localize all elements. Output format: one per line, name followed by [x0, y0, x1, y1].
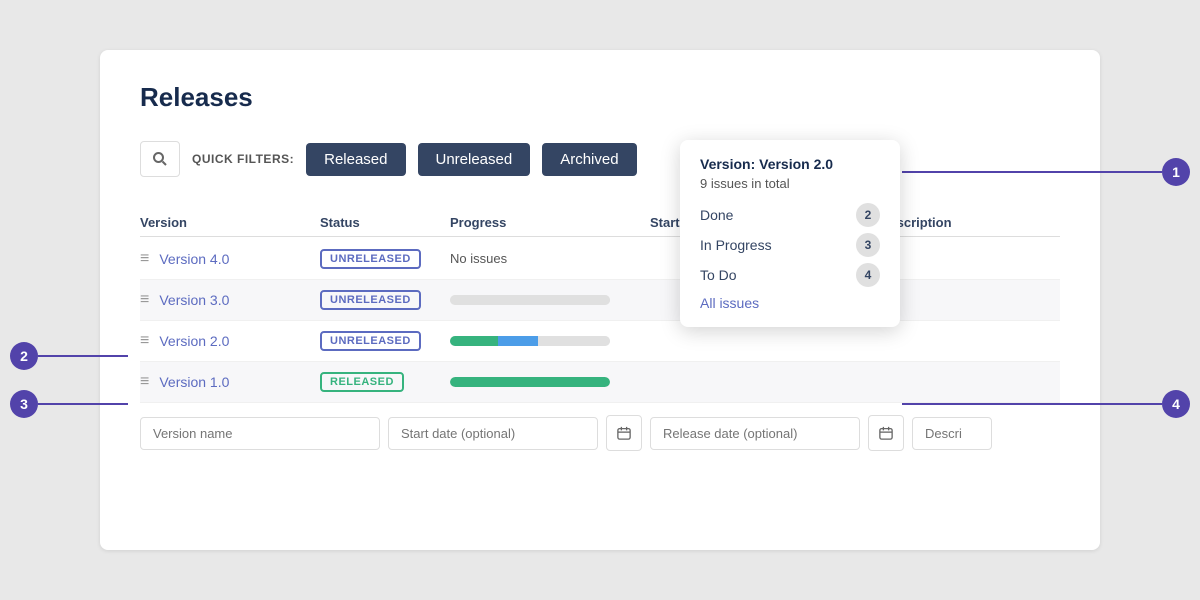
start-date-calendar-icon[interactable]	[606, 415, 642, 451]
col-version: Version	[140, 215, 320, 230]
page-wrapper: Releases QUICK FILTERS: Released Unrelea…	[0, 0, 1200, 600]
version-label: Version 4.0	[159, 251, 229, 267]
annotation-2: 2	[10, 342, 128, 370]
filter-archived-button[interactable]: Archived	[542, 143, 636, 176]
row-version-4[interactable]: ≡ Version 4.0	[140, 250, 320, 268]
annotation-4: 4	[902, 390, 1190, 418]
progress-blue-fill	[498, 336, 538, 346]
row-version-2[interactable]: ≡ Version 2.0	[140, 332, 320, 350]
col-status: Status	[320, 215, 450, 230]
drag-icon: ≡	[140, 332, 149, 350]
annotation-circle-3: 3	[10, 390, 38, 418]
version-label: Version 1.0	[159, 374, 229, 390]
start-date-input[interactable]	[388, 417, 598, 450]
status-badge: UNRELEASED	[320, 331, 421, 351]
drag-icon: ≡	[140, 373, 149, 391]
tooltip-row-todo: To Do 4	[700, 263, 880, 287]
done-count: 2	[856, 203, 880, 227]
row-version-1[interactable]: ≡ Version 1.0	[140, 373, 320, 391]
progress-fill	[450, 295, 610, 305]
todo-label: To Do	[700, 267, 737, 283]
row-version-3[interactable]: ≡ Version 3.0	[140, 291, 320, 309]
status-badge: UNRELEASED	[320, 290, 421, 310]
inprogress-label: In Progress	[700, 237, 772, 253]
status-badge: UNRELEASED	[320, 249, 421, 269]
description-input[interactable]	[912, 417, 992, 450]
progress-fill	[450, 377, 610, 387]
filter-released-button[interactable]: Released	[306, 143, 405, 176]
version-label: Version 3.0	[159, 292, 229, 308]
search-icon	[152, 151, 168, 167]
tooltip-title: Version: Version 2.0	[700, 156, 880, 172]
col-description: Description	[880, 215, 1060, 230]
progress-green-fill	[450, 336, 498, 346]
calendar-icon	[617, 426, 631, 440]
progress-bar	[450, 336, 610, 346]
progress-text: No issues	[450, 251, 507, 266]
inprogress-count: 3	[856, 233, 880, 257]
search-box[interactable]	[140, 141, 180, 177]
release-date-calendar-icon[interactable]	[868, 415, 904, 451]
table-row: ≡ Version 4.0 UNRELEASED No issues	[140, 239, 1060, 280]
table-row: ≡ Version 2.0 UNRELEASED	[140, 321, 1060, 362]
main-card: Releases QUICK FILTERS: Released Unrelea…	[100, 50, 1100, 550]
progress-gray-fill	[538, 336, 610, 346]
annotation-line-4	[902, 403, 1162, 405]
annotation-1: 1	[902, 158, 1190, 186]
tooltip-subtitle: 9 issues in total	[700, 176, 880, 191]
annotation-circle-4: 4	[1162, 390, 1190, 418]
all-issues-link[interactable]: All issues	[700, 295, 880, 311]
filter-unreleased-button[interactable]: Unreleased	[418, 143, 531, 176]
annotation-line-2	[38, 355, 128, 357]
add-version-row	[140, 415, 1060, 451]
drag-icon: ≡	[140, 291, 149, 309]
annotation-circle-1: 1	[1162, 158, 1190, 186]
version-label: Version 2.0	[159, 333, 229, 349]
version-name-input[interactable]	[140, 417, 380, 450]
version-tooltip: Version: Version 2.0 9 issues in total D…	[680, 140, 900, 327]
table-row: ≡ Version 3.0 UNRELEASED	[140, 280, 1060, 321]
release-date-input[interactable]	[650, 417, 860, 450]
todo-count: 4	[856, 263, 880, 287]
annotation-circle-2: 2	[10, 342, 38, 370]
annotation-line-3	[38, 403, 128, 405]
calendar-icon-2	[879, 426, 893, 440]
tooltip-row-inprogress: In Progress 3	[700, 233, 880, 257]
drag-icon: ≡	[140, 250, 149, 268]
quick-filters-label: QUICK FILTERS:	[192, 152, 294, 166]
annotation-line-1	[902, 171, 1162, 173]
col-progress: Progress	[450, 215, 650, 230]
progress-bar	[450, 377, 610, 387]
status-badge: RELEASED	[320, 372, 404, 392]
page-title: Releases	[140, 82, 1060, 113]
tooltip-row-done: Done 2	[700, 203, 880, 227]
done-label: Done	[700, 207, 733, 223]
annotation-3: 3	[10, 390, 128, 418]
table-header: Version Status Progress Start date Relea…	[140, 209, 1060, 237]
progress-bar	[450, 295, 610, 305]
